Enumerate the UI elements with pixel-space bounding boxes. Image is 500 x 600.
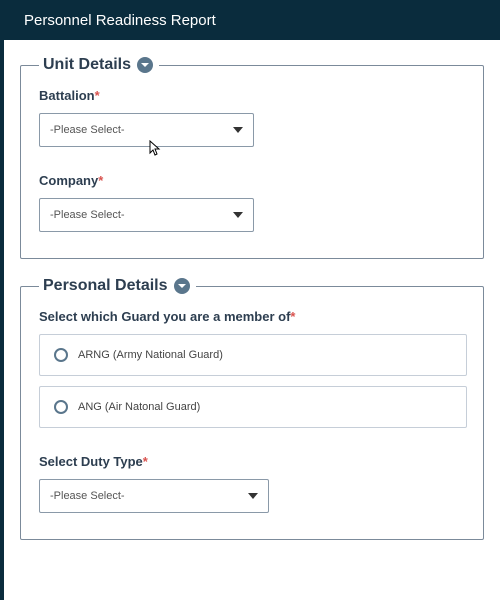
select-value: -Please Select- [50, 209, 125, 221]
radio-label: ARNG (Army National Guard) [78, 349, 223, 361]
caret-down-icon [233, 127, 243, 133]
label-text: Select Duty Type [39, 454, 143, 469]
legend-text: Personal Details [43, 277, 168, 295]
caret-down-icon [233, 212, 243, 218]
chevron-down-icon[interactable] [174, 278, 190, 294]
personal-details-legend[interactable]: Personal Details [39, 277, 196, 295]
duty-select[interactable]: -Please Select- [39, 479, 269, 513]
required-mark: * [290, 309, 295, 324]
guard-option-arng[interactable]: ARNG (Army National Guard) [39, 334, 467, 376]
caret-down-icon [248, 493, 258, 499]
personal-details-section: Personal Details Select which Guard you … [20, 277, 484, 540]
duty-field: Select Duty Type* -Please Select- [39, 454, 467, 513]
select-value: -Please Select- [50, 490, 125, 502]
label-text: Select which Guard you are a member of [39, 309, 290, 324]
required-mark: * [143, 454, 148, 469]
page-title: Personnel Readiness Report [24, 12, 216, 29]
unit-details-legend[interactable]: Unit Details [39, 56, 159, 74]
battalion-label: Battalion* [39, 88, 467, 103]
legend-text: Unit Details [43, 56, 131, 74]
battalion-field: Battalion* -Please Select- [39, 88, 467, 147]
duty-label: Select Duty Type* [39, 454, 467, 469]
label-text: Battalion [39, 88, 95, 103]
unit-details-section: Unit Details Battalion* -Please Select- … [20, 56, 484, 259]
company-label: Company* [39, 173, 467, 188]
label-text: Company [39, 173, 98, 188]
required-mark: * [98, 173, 103, 188]
radio-icon [54, 400, 68, 414]
radio-label: ANG (Air Natonal Guard) [78, 401, 200, 413]
chevron-down-icon[interactable] [137, 57, 153, 73]
guard-label: Select which Guard you are a member of* [39, 309, 467, 324]
company-select[interactable]: -Please Select- [39, 198, 254, 232]
company-field: Company* -Please Select- [39, 173, 467, 232]
accent-bar [0, 0, 4, 600]
radio-icon [54, 348, 68, 362]
required-mark: * [95, 88, 100, 103]
guard-field: Select which Guard you are a member of* … [39, 309, 467, 428]
battalion-select[interactable]: -Please Select- [39, 113, 254, 147]
form-body: Unit Details Battalion* -Please Select- … [0, 40, 500, 574]
page-header: Personnel Readiness Report [0, 0, 500, 40]
guard-option-ang[interactable]: ANG (Air Natonal Guard) [39, 386, 467, 428]
select-value: -Please Select- [50, 124, 125, 136]
